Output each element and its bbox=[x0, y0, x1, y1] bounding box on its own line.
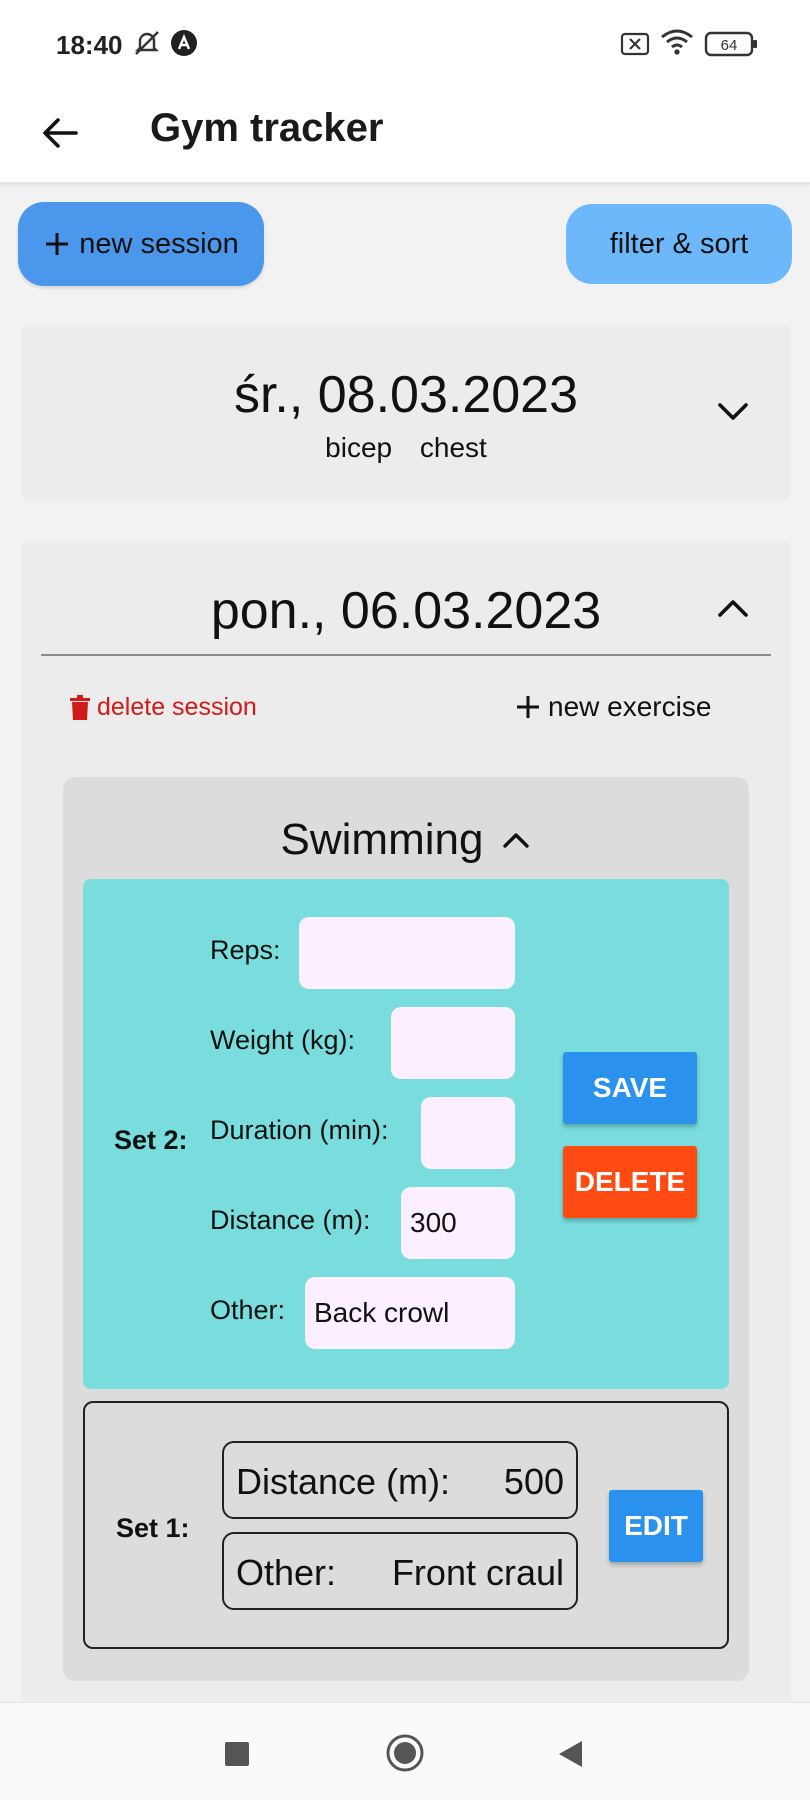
square-icon bbox=[225, 1742, 249, 1766]
delete-session-button[interactable]: delete session bbox=[69, 693, 257, 722]
divider bbox=[41, 654, 771, 656]
reps-label: Reps: bbox=[210, 935, 281, 965]
home-button[interactable] bbox=[385, 1733, 425, 1778]
arrow-left-icon bbox=[43, 118, 78, 148]
new-session-label: new session bbox=[79, 227, 239, 260]
exercise-title[interactable]: Swimming bbox=[63, 815, 749, 865]
duration-label: Duration (min): bbox=[210, 1115, 389, 1145]
weight-label: Weight (kg): bbox=[210, 1025, 356, 1055]
session-date[interactable]: pon., 06.03.2023 bbox=[21, 581, 791, 641]
session-tags: bicep chest bbox=[21, 432, 791, 464]
set-value: 500 bbox=[503, 1461, 564, 1502]
set-edit-form: Set 2: Reps: Weight (kg): Duration (min)… bbox=[83, 879, 729, 1389]
save-button[interactable]: SAVE bbox=[563, 1052, 697, 1124]
other-input[interactable] bbox=[305, 1277, 515, 1349]
plus-icon bbox=[517, 696, 539, 718]
reps-input[interactable] bbox=[299, 917, 515, 989]
delete-set-button[interactable]: DELETE bbox=[563, 1146, 697, 1218]
chevron-up-icon[interactable] bbox=[713, 593, 753, 623]
set-label: Set 2: bbox=[114, 1125, 188, 1155]
battery-level: 64 bbox=[721, 37, 738, 54]
status-bar: 18:40 64 bbox=[0, 0, 810, 86]
delete-session-label: delete session bbox=[97, 693, 257, 721]
filter-sort-button[interactable]: filter & sort bbox=[566, 204, 792, 284]
session-date: śr., 08.03.2023 bbox=[233, 366, 579, 424]
distance-input[interactable] bbox=[401, 1187, 515, 1259]
duration-input[interactable] bbox=[421, 1097, 515, 1169]
sim-off-icon bbox=[620, 32, 650, 61]
new-exercise-button[interactable]: new exercise bbox=[514, 691, 711, 723]
wifi-icon bbox=[660, 28, 694, 61]
recents-button[interactable] bbox=[224, 1741, 250, 1772]
back-nav-button[interactable] bbox=[556, 1739, 584, 1774]
set-value: Front craul bbox=[391, 1552, 564, 1593]
exercise-name: Swimming bbox=[280, 815, 484, 864]
plus-icon bbox=[46, 233, 69, 255]
exercise-card: Swimming Set 2: Reps: Weight (kg): Durat… bbox=[63, 777, 749, 1681]
circle-icon bbox=[386, 1734, 424, 1772]
new-exercise-label: new exercise bbox=[548, 691, 712, 722]
app-notification-icon bbox=[170, 29, 198, 62]
battery-icon: 64 bbox=[704, 31, 758, 62]
edit-set-button[interactable]: EDIT bbox=[609, 1490, 703, 1562]
set-label: Set 1: bbox=[116, 1513, 190, 1543]
other-label: Other: bbox=[210, 1295, 286, 1325]
set-saved: Set 1: Distance (m): 500 Other: Front cr… bbox=[83, 1401, 729, 1649]
set-value-row: Distance (m): 500 bbox=[222, 1441, 578, 1519]
weight-input[interactable] bbox=[391, 1007, 515, 1079]
set-value-row: Other: Front craul bbox=[222, 1532, 578, 1610]
triangle-back-icon bbox=[559, 1741, 582, 1767]
back-button[interactable] bbox=[36, 108, 86, 158]
chevron-down-icon[interactable] bbox=[713, 397, 753, 427]
set-value-key: Other: bbox=[236, 1552, 337, 1593]
filter-sort-label: filter & sort bbox=[609, 227, 749, 260]
page-title: Gym tracker bbox=[150, 106, 384, 150]
session-card-expanded: pon., 06.03.2023 delete session new exer… bbox=[21, 541, 791, 1721]
session-tag: chest bbox=[419, 432, 487, 463]
system-nav-bar bbox=[0, 1702, 810, 1800]
app-bar: Gym tracker bbox=[0, 86, 810, 184]
bell-off-icon bbox=[132, 28, 162, 63]
chevron-up-icon bbox=[503, 833, 530, 848]
set-value-key: Distance (m): bbox=[236, 1461, 451, 1502]
distance-label: Distance (m): bbox=[210, 1205, 371, 1235]
status-time: 18:40 bbox=[56, 30, 123, 60]
new-session-button[interactable]: new session bbox=[18, 202, 264, 286]
trash-icon bbox=[70, 694, 90, 720]
session-tag: bicep bbox=[325, 432, 393, 463]
session-card[interactable]: śr., 08.03.2023 bicep chest bbox=[21, 325, 791, 500]
